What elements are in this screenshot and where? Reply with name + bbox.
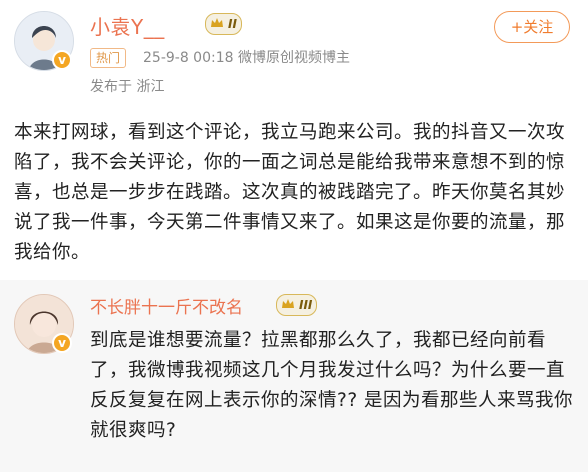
crown-icon: [211, 18, 223, 27]
level-text: II: [228, 17, 237, 31]
level-badge: II: [205, 13, 242, 35]
post-meta: 25-9-8 00:18 微博原创视频博主: [143, 47, 350, 67]
comment-verified-icon: v: [52, 333, 72, 353]
username[interactable]: 小袁Y__: [90, 11, 165, 40]
verified-icon: v: [52, 50, 72, 70]
post-body: 本来打网球，看到这个评论，我立马跑来公司。我的抖音又一次攻陷了，我不会关评论，你…: [14, 122, 566, 263]
timestamp: 25-9-8 00:18: [143, 50, 234, 66]
comment-level-text: III: [299, 298, 313, 312]
comment-username[interactable]: 不长胖十一斤不改名: [90, 293, 243, 318]
post-header: v 小袁Y__ II 热门 25-9-8 00:18 微博原创视频博主 发布于 …: [0, 0, 588, 110]
hot-tag: 热门: [90, 48, 127, 68]
source: 微博原创视频博主: [237, 50, 350, 66]
crown-icon: [282, 299, 294, 308]
location: 发布于 浙江: [90, 79, 165, 95]
comment-level-badge: III: [276, 294, 318, 316]
comment-text: 到底是谁想要流量？拉黑都那么久了，我都已经向前看了，我微博我视频这几个月我发过什…: [90, 330, 574, 441]
follow-button[interactable]: +关注: [494, 11, 570, 43]
